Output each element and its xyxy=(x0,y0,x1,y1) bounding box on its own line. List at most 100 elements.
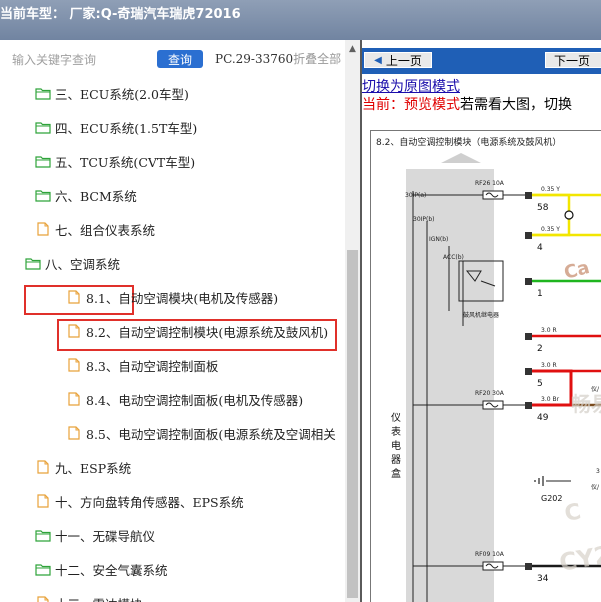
pin-number: 58 xyxy=(537,203,549,213)
watermark-text: C xyxy=(563,499,583,526)
fuse-label: RF26 10A xyxy=(475,180,505,187)
tree-item-label: 十一、无碟导航仪 xyxy=(55,528,156,544)
tree-item[interactable]: 十、方向盘转角传感器、EPS系统 xyxy=(35,490,244,512)
tree-item[interactable]: 四、ECU系统(1.5T车型) xyxy=(35,116,197,138)
folder-open-icon xyxy=(35,188,51,202)
catalog-panel: 查询 PC.29-33760折叠全部 三、ECU系统(2.0车型) 四、ECU系统… xyxy=(0,40,360,602)
prev-page-button[interactable]: ◀ 上一页 xyxy=(364,52,432,68)
wire-label: 3.0 R xyxy=(541,362,557,369)
folder-open-icon xyxy=(25,256,41,270)
tree-item[interactable]: 九、ESP系统 xyxy=(35,456,131,478)
wire-junction-icon xyxy=(564,210,574,220)
tree-item-label: 十、方向盘转角传感器、EPS系统 xyxy=(55,494,244,510)
collapse-all-link[interactable]: 折叠全部 xyxy=(293,52,341,66)
box-label-char: 电 xyxy=(391,439,401,452)
tree-item-label: 七、组合仪表系统 xyxy=(55,222,156,238)
side-label: IGN(b) xyxy=(429,236,448,243)
wire-label: 3.0 Br xyxy=(541,396,560,403)
page-nav-bar: ◀ 上一页 下一页 xyxy=(362,48,601,74)
search-row: 查询 PC.29-33760折叠全部 xyxy=(0,40,345,78)
pc-code: PC.29-33760 xyxy=(215,52,294,66)
connector-pin xyxy=(525,232,532,239)
tree-item[interactable]: 8.3、自动空调控制面板 xyxy=(66,354,218,376)
preview-hint: 若需看大图，切换 xyxy=(460,97,572,113)
tree-item[interactable]: 七、组合仪表系统 xyxy=(35,218,155,240)
tree-item[interactable]: 十三、雷达模块 xyxy=(35,592,143,602)
tree-item[interactable]: 8.1、自动空调模块(电机及传感器) xyxy=(66,286,278,308)
tree-item-label: 8.5、电动空调控制面板(电源系统及空调相关 xyxy=(86,426,336,442)
wiring-diagram-svg: 30IP(a)30IP(b)IGN(b)ACC(b)RF26 10ARF20 3… xyxy=(391,153,601,602)
fuse-box-area xyxy=(406,169,494,602)
header-arrow-shape xyxy=(441,153,481,163)
box-label-char: 器 xyxy=(391,454,401,466)
tree-item-label: 8.3、自动空调控制面板 xyxy=(86,358,219,374)
wire-label: 0.35 Y xyxy=(541,186,560,193)
pin-number: 1 xyxy=(537,289,543,299)
tree-item[interactable]: 十二、安全气囊系统 xyxy=(35,558,168,580)
tree-item[interactable]: 八、空调系统 xyxy=(25,252,120,274)
folder-open-icon xyxy=(35,528,51,542)
pc-code-line: PC.29-33760折叠全部 xyxy=(215,50,341,67)
tree-item-label: 8.4、电动空调控制面板(电机及传感器) xyxy=(86,392,304,408)
folder-open-icon xyxy=(35,86,51,100)
relay-label: 鼓风机继电器 xyxy=(463,311,499,319)
wire-label: 3.0 R xyxy=(541,327,557,334)
document-icon xyxy=(35,460,51,474)
document-icon xyxy=(66,426,82,440)
partial-label: 3 xyxy=(596,468,600,475)
selection-highlight-box xyxy=(57,319,337,351)
partial-label: 仪/ xyxy=(591,484,600,491)
pin-number: 34 xyxy=(537,574,549,584)
next-page-label: 下一页 xyxy=(554,53,591,68)
pin-number: 2 xyxy=(537,344,543,354)
next-page-button[interactable]: 下一页 xyxy=(545,52,601,68)
tree-item-label: 十三、雷达模块 xyxy=(55,594,143,602)
document-icon xyxy=(66,392,82,406)
side-label: ACC(b) xyxy=(443,254,464,261)
tree-item[interactable]: 三、ECU系统(2.0车型) xyxy=(35,82,189,104)
tree-item-label: 八、空调系统 xyxy=(45,256,121,272)
tree-item[interactable]: 8.4、电动空调控制面板(电机及传感器) xyxy=(66,388,303,410)
tree-item-label: 九、ESP系统 xyxy=(55,460,132,476)
connector-pin xyxy=(525,192,532,199)
wire-label: 0.35 Y xyxy=(541,226,560,233)
document-icon xyxy=(66,358,82,372)
title-bar: 当前车型： 厂家:Q-奇瑞汽车瑞虎72016 xyxy=(0,0,601,40)
ground-icon xyxy=(534,476,544,486)
tree-item-label: 五、TCU系统(CVT车型) xyxy=(55,154,196,170)
preview-mode-label: 当前：预览模式 xyxy=(362,97,460,113)
tree-item-label: 十二、安全气囊系统 xyxy=(55,562,168,578)
scroll-up-arrow-icon[interactable]: ▲ xyxy=(345,42,360,56)
fuse-label: RF09 10A xyxy=(475,551,505,558)
folder-open-icon xyxy=(35,154,51,168)
wiring-diagram[interactable]: 8.2、自动空调控制模块（电源系统及鼓风机） 30IP(a)30IP(b)IGN… xyxy=(370,130,601,602)
tree-item-label: 8.1、自动空调模块(电机及传感器) xyxy=(86,290,279,306)
tree-item[interactable]: 五、TCU系统(CVT车型) xyxy=(35,150,195,172)
tree-item[interactable]: 六、BCM系统 xyxy=(35,184,137,206)
viewer-panel: ◀ 上一页 下一页 切换为原图模式 当前：预览模式若需看大图，切换 8.2、自动… xyxy=(362,40,601,602)
connector-pin xyxy=(525,563,532,570)
pin-number: 5 xyxy=(537,379,543,389)
folder-open-icon xyxy=(35,562,51,576)
document-icon xyxy=(35,596,51,602)
fuse-label: RF20 30A xyxy=(475,390,505,397)
watermark-text: CY2 xyxy=(557,540,601,577)
connector-pin xyxy=(525,368,532,375)
tree-item-label: 三、ECU系统(2.0车型) xyxy=(55,86,189,102)
current-model-title: 当前车型： 厂家:Q-奇瑞汽车瑞虎72016 xyxy=(0,7,241,22)
tree-item[interactable]: 8.5、电动空调控制面板(电源系统及空调相关 xyxy=(66,422,336,444)
connector-pin xyxy=(525,278,532,285)
tree-item[interactable]: 十一、无碟导航仪 xyxy=(35,524,155,546)
switch-original-mode-link[interactable]: 切换为原图模式 xyxy=(362,76,460,96)
arrow-left-icon: ◀ xyxy=(374,54,382,66)
search-button[interactable]: 查询 xyxy=(157,50,203,68)
tree-scrollbar[interactable]: ▲ xyxy=(345,40,360,602)
document-icon xyxy=(35,494,51,508)
search-input[interactable] xyxy=(12,50,152,70)
prev-page-label: 上一页 xyxy=(385,53,422,68)
box-label-char: 仪 xyxy=(391,412,401,424)
scroll-thumb[interactable] xyxy=(347,250,358,598)
connector-pin xyxy=(525,402,532,409)
tree-item-label: 六、BCM系统 xyxy=(55,188,137,204)
side-label: 30IP(b) xyxy=(413,216,435,223)
